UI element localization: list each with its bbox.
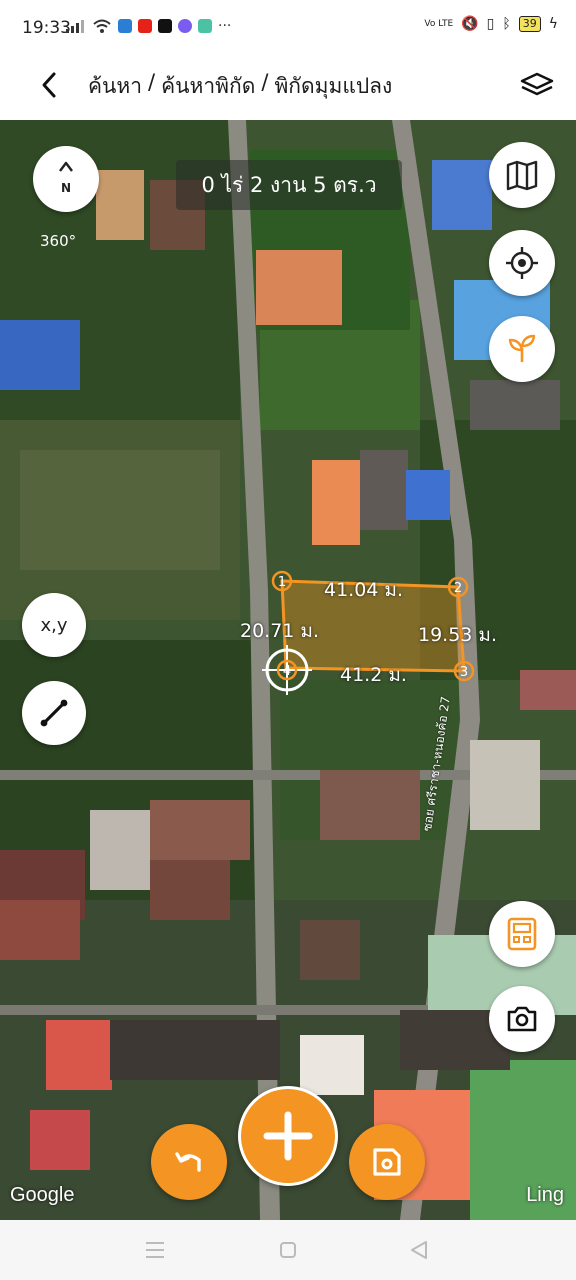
breadcrumb-search[interactable]: ค้นหา <box>88 70 142 103</box>
line-tool-icon <box>40 699 68 727</box>
app-header: ค้นหา / ค้นหาพิกัด / พิกัดมุมแปลง <box>0 56 576 120</box>
charging-icon: ϟ <box>548 16 558 32</box>
edge-length-bottom: 41.2 ม. <box>340 664 407 686</box>
ling-attribution: Ling <box>526 1184 564 1206</box>
camera-icon <box>507 1006 537 1032</box>
sprout-icon <box>508 334 536 362</box>
mute-icon: 🔇 <box>461 16 479 32</box>
plus-icon <box>263 1111 313 1161</box>
add-point-button[interactable] <box>238 1086 338 1186</box>
home-icon[interactable] <box>280 1242 296 1258</box>
breadcrumb-coordinate-search[interactable]: ค้นหาพิกัด <box>161 70 255 103</box>
status-system-icons: Vo LTE 🔇 ▯ ᛒ 39 ϟ <box>424 16 558 32</box>
calculator-button[interactable] <box>489 901 555 967</box>
compass-heading: 360° <box>40 232 77 250</box>
corner-label-2: 2 <box>454 581 462 596</box>
battery-icon: 39 <box>518 16 541 32</box>
back-arrow-icon[interactable] <box>34 68 68 102</box>
status-time: 19:33 <box>22 18 71 38</box>
signal-icon <box>66 20 84 33</box>
breadcrumb: ค้นหา / ค้นหาพิกัด / พิกัดมุมแปลง <box>88 70 392 103</box>
tiktok-icon <box>158 19 172 33</box>
status-bar: 19:33 ··· Vo LTE 🔇 ▯ ᛒ 39 ϟ <box>0 0 576 56</box>
satellite-map[interactable]: 1 2 3 4 41.04 ม. 20.71 ม. 19.53 ม. 41.2 … <box>0 120 576 1220</box>
youtube-icon <box>138 19 152 33</box>
more-notifications-icon: ··· <box>218 18 232 34</box>
bluetooth-icon: ᛒ <box>502 16 511 32</box>
corner-label-3: 3 <box>460 665 468 680</box>
edge-length-right: 19.53 ม. <box>418 624 497 646</box>
save-icon <box>373 1148 401 1176</box>
status-notification-icons: ··· <box>66 18 231 34</box>
corner-label-1: 1 <box>278 575 286 590</box>
undo-icon <box>175 1152 201 1172</box>
app-notification-icon <box>198 19 212 33</box>
breadcrumb-plot-corner-coordinates: พิกัดมุมแปลง <box>274 74 393 98</box>
calculator-icon <box>507 917 537 951</box>
plot-overlay: 1 2 3 4 <box>262 570 475 695</box>
volte-icon: Vo LTE <box>424 18 454 29</box>
undo-button[interactable] <box>151 1124 227 1200</box>
breadcrumb-separator: / <box>148 70 156 94</box>
map-type-button[interactable] <box>489 142 555 208</box>
area-label: 0 ไร่ 2 งาน 5 ตร.ว <box>176 160 402 210</box>
plant-layer-button[interactable] <box>489 316 555 382</box>
compass-icon: N <box>59 161 73 195</box>
vibrate-icon: ▯ <box>486 16 495 32</box>
measure-line-button[interactable] <box>22 681 86 745</box>
back-nav-icon[interactable] <box>411 1241 427 1259</box>
corner-label-4: 4 <box>283 664 291 679</box>
wifi-icon <box>93 19 111 33</box>
recent-apps-icon[interactable] <box>146 1242 164 1258</box>
crosshair-icon <box>506 247 538 279</box>
google-attribution: Google <box>10 1184 75 1206</box>
app-notification-icon <box>118 19 132 33</box>
save-button[interactable] <box>349 1124 425 1200</box>
system-navigation-bar <box>0 1220 576 1280</box>
xy-button-label: x,y <box>40 614 68 636</box>
edge-length-top: 41.04 ม. <box>324 579 403 601</box>
compass-button[interactable]: N <box>33 146 99 212</box>
svg-text:N: N <box>61 181 71 195</box>
edge-length-left: 20.71 ม. <box>240 620 319 642</box>
camera-button[interactable] <box>489 986 555 1052</box>
map-icon <box>506 160 538 191</box>
xy-coordinate-button[interactable]: x,y <box>22 593 86 657</box>
layers-icon[interactable] <box>518 66 556 104</box>
messenger-icon <box>178 19 192 33</box>
breadcrumb-separator: / <box>261 70 269 94</box>
locate-button[interactable] <box>489 230 555 296</box>
